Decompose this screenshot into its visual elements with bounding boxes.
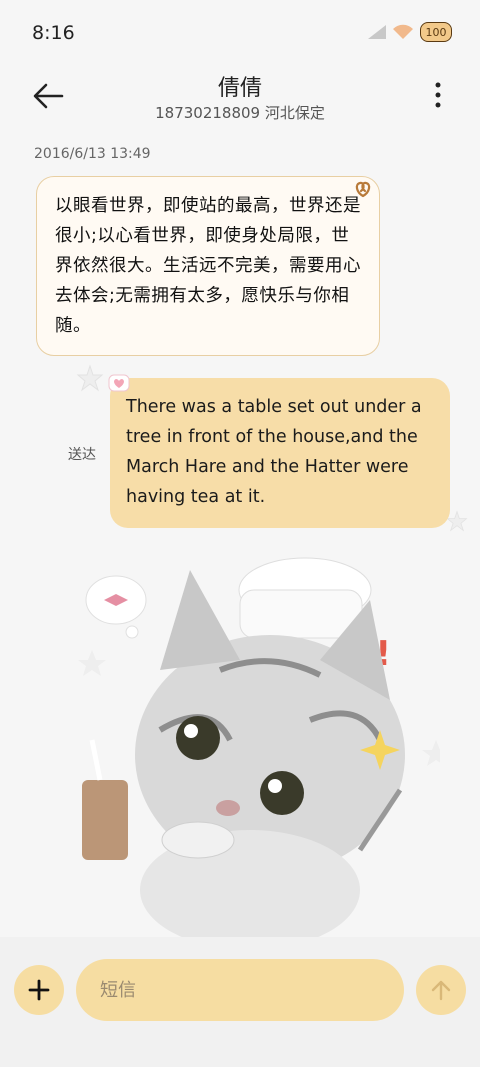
sms-input[interactable] xyxy=(76,959,404,1021)
signal-icon xyxy=(368,25,386,39)
add-attachment-button[interactable] xyxy=(14,965,64,1015)
outgoing-message-text: There was a table set out under a tree i… xyxy=(126,397,422,507)
cat-chef-sticker-image: !! xyxy=(78,557,440,940)
star-decoration-icon xyxy=(76,364,104,392)
plus-icon xyxy=(28,979,50,1001)
composer-bar xyxy=(0,937,480,1067)
send-button[interactable] xyxy=(416,965,466,1015)
status-bar: 8:16 100 xyxy=(0,0,480,64)
status-icons: 100 xyxy=(368,22,452,42)
more-options-icon[interactable] xyxy=(432,80,444,110)
conversation-header: 倩倩 18730218809 河北保定 xyxy=(0,64,480,134)
delivery-status: 送达 xyxy=(68,447,96,463)
contact-number-location: 18730218809 河北保定 xyxy=(155,104,325,122)
contact-name: 倩倩 xyxy=(217,76,262,101)
battery-icon: 100 xyxy=(420,22,452,42)
status-time: 8:16 xyxy=(32,22,75,44)
incoming-message-text: 以眼看世界，即使站的最高，世界还是很小;以心看世界，即使身处局限，世界依然很大。… xyxy=(55,196,361,336)
wifi-icon xyxy=(393,24,413,39)
arrow-up-icon xyxy=(431,980,451,1001)
heart-decoration-icon xyxy=(108,374,130,392)
incoming-message-bubble[interactable]: 以眼看世界，即使站的最高，世界还是很小;以心看世界，即使身处局限，世界依然很大。… xyxy=(36,176,380,356)
message-timestamp: 2016/6/13 13:49 xyxy=(34,146,151,162)
outgoing-message-bubble[interactable]: There was a table set out under a tree i… xyxy=(110,378,450,528)
pretzel-decoration-icon xyxy=(355,181,371,198)
